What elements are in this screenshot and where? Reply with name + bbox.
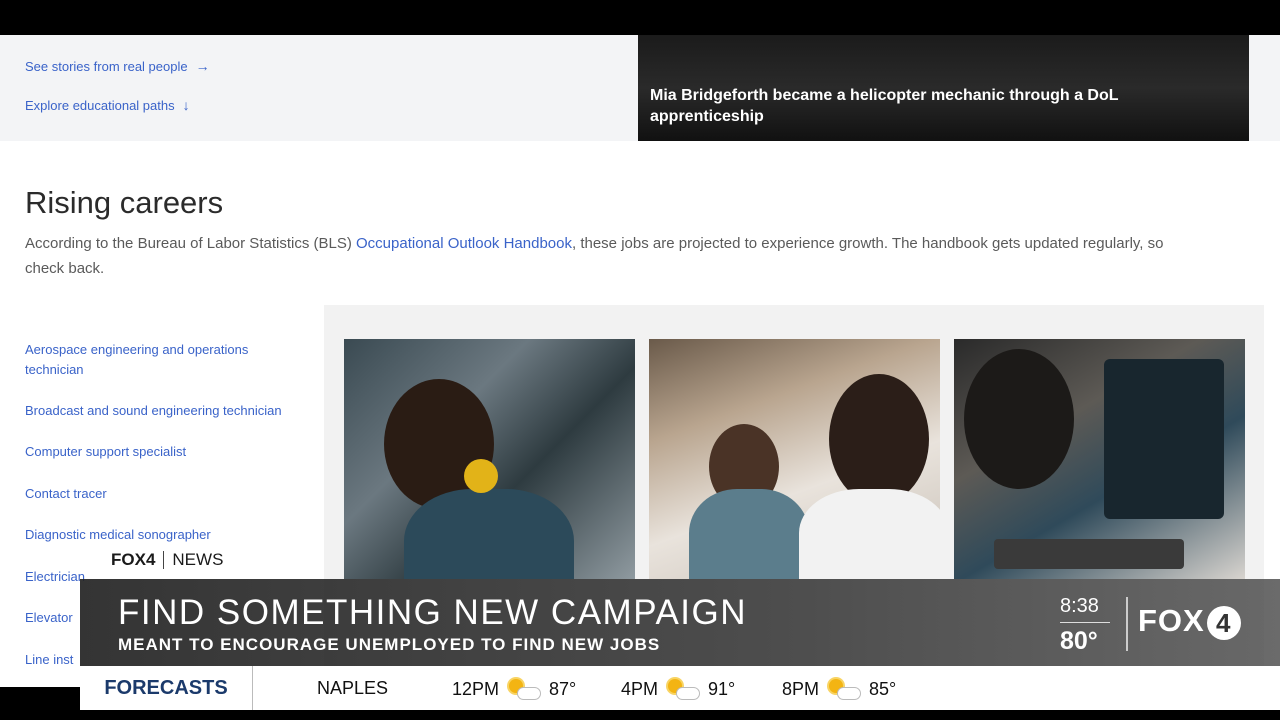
section-label: NEWS [172,550,224,569]
rising-careers-title: Rising careers [25,185,224,220]
computer-support-photo[interactable] [954,339,1245,579]
forecast-8pm: 8PM 85° [782,678,896,700]
current-temperature: 80° [1060,627,1098,655]
station-logo: FOX 4 [1138,603,1241,640]
news-lower-third: FIND SOMETHING NEW CAMPAIGN MEANT TO ENC… [80,579,1280,666]
partly-sunny-icon [666,678,701,700]
headline: FIND SOMETHING NEW CAMPAIGN [118,593,748,632]
forecast-city: NAPLES [317,678,389,698]
arrow-right-icon: → [195,58,210,74]
partly-sunny-icon [507,678,542,700]
career-link[interactable]: Diagnostic medical sonographer [25,525,295,545]
photo-figure [829,374,929,504]
logo-text: FOX [1138,603,1205,638]
career-link[interactable]: Computer support specialist [25,442,295,462]
network-label: FOX4 [111,550,156,569]
hero-section: See stories from real people → Explore ed… [0,35,1280,141]
forecast-12pm: 12PM 87° [452,678,576,700]
career-link[interactable]: Aerospace engineering and operations tec… [25,340,295,380]
explore-paths-link[interactable]: Explore educational paths ↓ [25,97,190,113]
video-letterbox-top [0,0,1280,35]
forecast-time: 8PM [782,678,820,699]
photo-figure [964,349,1074,489]
partly-sunny-icon [827,678,862,700]
career-link[interactable]: Broadcast and sound engineering technici… [25,401,295,421]
rising-careers-description: According to the Bureau of Labor Statist… [25,231,1205,281]
arrow-down-icon: ↓ [182,97,190,113]
forecasts-label: FORECASTS [80,666,253,710]
photo-figure [464,459,498,493]
career-link[interactable]: Contact tracer [25,484,295,504]
mechanic-photo[interactable] [344,339,635,579]
story-card[interactable]: Mia Bridgeforth became a helicopter mech… [638,35,1249,141]
forecast-time: 12PM [452,678,500,699]
forecast-4pm: 4PM 91° [621,678,735,700]
clock-divider [1060,622,1110,623]
photo-keyboard [994,539,1184,569]
see-stories-label: See stories from real people [25,59,188,74]
subheadline: MEANT TO ENCOURAGE UNEMPLOYED TO FIND NE… [118,635,661,654]
see-stories-link[interactable]: See stories from real people → [25,58,210,74]
tag-divider [163,551,165,569]
news-tag: FOX4 NEWS [97,546,247,574]
sound-engineering-photo[interactable] [649,339,940,579]
photo-figure [799,489,940,579]
photo-figure [689,489,809,579]
clock: 8:38 [1060,595,1099,617]
forecast-temp: 91° [708,678,736,699]
forecast-ticker: FORECASTS NAPLES 12PM 87° 4PM 91° 8PM 85… [80,666,1280,710]
occupational-outlook-link[interactable]: Occupational Outlook Handbook [356,235,572,252]
photo-monitor [1104,359,1224,519]
forecast-time: 4PM [621,678,659,699]
forecast-temp: 85° [869,678,897,699]
explore-paths-label: Explore educational paths [25,98,175,113]
forecast-temp: 87° [549,678,577,699]
photo-figure [404,489,574,579]
video-letterbox-bottom [0,710,1280,720]
logo-number: 4 [1206,605,1241,640]
story-caption: Mia Bridgeforth became a helicopter mech… [650,87,1119,125]
desc-text-before: According to the Bureau of Labor Statist… [25,235,357,252]
logo-divider [1126,597,1128,651]
